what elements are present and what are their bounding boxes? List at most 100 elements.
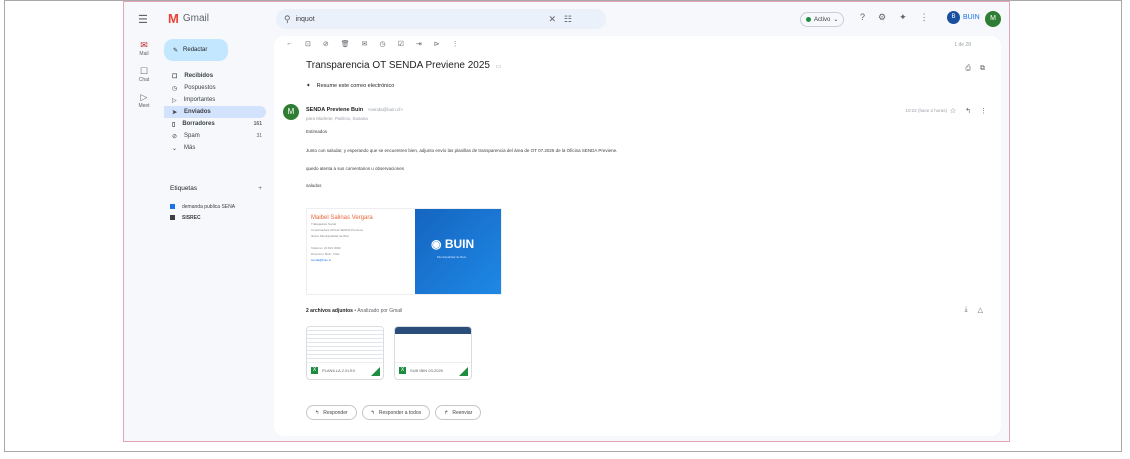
reply-icon[interactable]: ↰ xyxy=(965,107,971,115)
labels-list: demanda publica SENA SISREC xyxy=(170,201,266,223)
print-icon[interactable]: ⎙ xyxy=(965,65,971,73)
more-vert-icon[interactable]: ⋮ xyxy=(980,107,987,115)
reply-all-button[interactable]: ↰ Responder a todos xyxy=(361,405,431,420)
mark-unread-icon[interactable]: ✉ xyxy=(362,40,368,48)
sheets-corner-icon xyxy=(371,367,380,376)
sparkle-icon: ✦ xyxy=(306,83,311,89)
clear-search-icon[interactable]: ✕ xyxy=(548,14,556,25)
labels-title: Etiquetas xyxy=(170,185,198,192)
nav-item-important[interactable]: ▷ Importantes xyxy=(164,94,266,106)
app-rail: ✉ Mail ☐ Chat ▷ Meet xyxy=(130,40,158,118)
search-icon[interactable]: ⚲ xyxy=(284,14,291,25)
sender-line: SENDA Previene Buin <senda@buin.cl> xyxy=(306,107,403,113)
snooze-icon[interactable]: ◷ xyxy=(380,40,386,48)
nav-item-more[interactable]: ⌄ Más xyxy=(164,142,266,154)
subject-text: Transparencia OT SENDA Previene 2025 xyxy=(306,60,490,71)
email-subject: Transparencia OT SENDA Previene 2025 ▭ xyxy=(306,60,501,71)
forward-button[interactable]: ↱ Reenviar xyxy=(435,405,482,420)
add-to-drive-icon[interactable]: △ xyxy=(978,306,983,314)
menu-icon[interactable]: ☰ xyxy=(138,13,148,26)
chevron-down-icon: ⌄ xyxy=(833,17,839,23)
apps-grid-icon[interactable]: ⋮ xyxy=(920,12,929,23)
forward-label: Reenviar xyxy=(452,409,473,416)
sender-name[interactable]: SENDA Previene Buin xyxy=(306,107,363,113)
sheets-icon: X xyxy=(399,367,406,374)
app-name: Gmail xyxy=(182,13,209,24)
org-badge[interactable]: B BUIN xyxy=(947,11,980,24)
move-to-icon[interactable]: ⇥ xyxy=(416,40,422,48)
nav-item-spam[interactable]: ⊘ Spam 31 xyxy=(164,130,266,142)
top-bar: ☰ M Gmail ⚲ inquot ✕ ☷ Activo ⌄ ? ⚙ ✦ ⋮ xyxy=(124,2,1009,36)
search-bar[interactable]: ⚲ inquot ✕ ☷ xyxy=(276,9,606,29)
gmail-window: ☰ M Gmail ⚲ inquot ✕ ☷ Activo ⌄ ? ⚙ ✦ ⋮ xyxy=(123,1,1010,442)
support-icon[interactable]: ? xyxy=(860,12,865,23)
status-selector[interactable]: Activo ⌄ xyxy=(800,12,845,27)
nav-label: Enviados xyxy=(184,109,211,115)
nav-item-inbox[interactable]: ☐ Recibidos xyxy=(164,70,266,82)
nav-label: Pospuestos xyxy=(184,85,216,91)
email-signoff: saludos xyxy=(306,183,322,188)
gmail-logo-glyph: M xyxy=(168,11,179,26)
sender-avatar[interactable]: M xyxy=(283,104,299,120)
logo-subtitle: Municipalidad de Buin xyxy=(437,255,467,259)
nav-item-snoozed[interactable]: ◷ Pospuestos xyxy=(164,82,266,94)
folder-nav: ☐ Recibidos ◷ Pospuestos ▷ Importantes ➤ Env… xyxy=(164,70,266,154)
labels-header: Etiquetas + xyxy=(170,185,266,192)
attachment-card[interactable]: X SUB IBIN 03-2025 xyxy=(394,326,472,380)
reply-button[interactable]: ↰ Responder xyxy=(306,405,357,420)
label-item[interactable]: SISREC xyxy=(170,212,266,223)
more-vert-icon[interactable]: ⋮ xyxy=(452,40,459,48)
nav-item-drafts[interactable]: ▯ Borradores 161 xyxy=(164,118,266,130)
nav-count: 161 xyxy=(253,121,262,127)
recipients[interactable]: para Marlene, Patricio, Susana xyxy=(306,116,368,121)
label-color-icon xyxy=(170,215,175,220)
status-label: Activo xyxy=(814,16,831,23)
settings-icon[interactable]: ⚙ xyxy=(878,12,886,23)
search-input[interactable]: inquot xyxy=(296,16,315,23)
add-task-icon[interactable]: ☑ xyxy=(398,40,404,48)
open-new-window-icon[interactable]: ⧉ xyxy=(980,65,985,73)
nav-label: Más xyxy=(184,145,196,151)
forward-icon: ↱ xyxy=(444,409,449,416)
message-actions: ☆ ↰ ⋮ xyxy=(950,107,987,115)
summarize-button[interactable]: ✦ Resume este correo electrónico xyxy=(306,83,394,89)
rail-item-meet[interactable]: ▷ Meet xyxy=(130,92,158,109)
nav-label: Importantes xyxy=(183,97,216,103)
label-tag-icon[interactable]: ▭ xyxy=(496,64,502,70)
email-paragraph: Junto con saludar, y esperando que se en… xyxy=(306,148,618,153)
sender-email: <senda@buin.cl> xyxy=(367,107,403,112)
chevron-down-icon: ⌄ xyxy=(172,145,178,152)
rail-label: Chat xyxy=(138,77,150,83)
nav-label: Recibidos xyxy=(184,73,214,79)
attachment-card[interactable]: X PLANILLA 2.XLSX xyxy=(306,326,384,380)
message-pane: ← ⊡ ⊘ 🗑 ✉ ◷ ☑ ⇥ ⊳ ⋮ 1 de 28 Transparenci… xyxy=(274,36,1001,436)
subject-icons: ⎙ ⧉ xyxy=(965,65,985,73)
rail-item-mail[interactable]: ✉ Mail xyxy=(130,40,158,57)
archive-icon[interactable]: ⊡ xyxy=(305,40,311,48)
gemini-icon[interactable]: ✦ xyxy=(899,12,907,23)
screenshot-frame: ☰ M Gmail ⚲ inquot ✕ ☷ Activo ⌄ ? ⚙ ✦ ⋮ xyxy=(4,0,1122,452)
label-name: SISREC xyxy=(182,214,201,221)
delete-icon[interactable]: 🗑 xyxy=(341,40,350,48)
label-item[interactable]: demanda publica SENA xyxy=(170,201,266,212)
clock-icon: ◷ xyxy=(172,85,178,92)
gmail-logo[interactable]: M Gmail xyxy=(168,11,209,26)
rail-item-chat[interactable]: ☐ Chat xyxy=(130,66,158,83)
nav-item-sent[interactable]: ➤ Enviados xyxy=(164,106,266,118)
compose-button[interactable]: ✎ Redactar xyxy=(164,39,228,61)
star-icon[interactable]: ☆ xyxy=(950,107,956,115)
label-icon[interactable]: ⊳ xyxy=(434,40,440,48)
nav-count: 31 xyxy=(256,133,262,139)
email-greeting: Estimados xyxy=(306,129,328,134)
reply-icon: ↰ xyxy=(315,409,320,416)
search-options-icon[interactable]: ☷ xyxy=(564,14,572,25)
add-label-icon[interactable]: + xyxy=(258,185,262,192)
back-arrow-icon[interactable]: ← xyxy=(286,40,293,48)
logo-text: BUIN xyxy=(444,237,475,251)
report-spam-icon[interactable]: ⊘ xyxy=(323,40,329,48)
signature-details: Trabajadora Social Coordinadora Oficina … xyxy=(311,221,411,263)
account-avatar[interactable]: M xyxy=(985,11,1001,27)
signature-text: Maibel Salinas Vergara Trabajadora Socia… xyxy=(307,209,415,294)
pencil-icon: ✎ xyxy=(173,47,179,54)
download-all-icon[interactable]: ⤓ xyxy=(965,306,968,314)
